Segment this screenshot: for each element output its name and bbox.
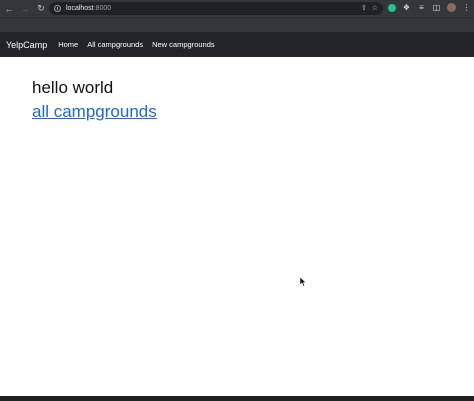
side-panel-icon[interactable]: ◫ — [432, 3, 441, 12]
back-button[interactable]: ← — [2, 2, 16, 16]
nav-link-home[interactable]: Home — [58, 40, 78, 49]
extension-green-icon[interactable] — [388, 3, 396, 12]
forward-button[interactable]: → — [18, 2, 32, 16]
site-navbar: YelpCamp Home All campgrounds New campgr… — [0, 32, 474, 57]
page-content: hello world all campgrounds — [32, 78, 157, 122]
url-port: :8000 — [93, 5, 112, 12]
browser-toolbar: ← → ↻ localhost:8000 ⇧ ☆ ❖ ≡ ◫ ⋮ — [0, 0, 474, 17]
profile-avatar[interactable] — [447, 3, 456, 12]
arrow-right-icon: → — [20, 3, 30, 14]
bookmarks-bar — [0, 17, 474, 32]
all-campgrounds-link[interactable]: all campgrounds — [32, 102, 157, 122]
reading-list-icon[interactable]: ≡ — [417, 3, 426, 12]
reload-icon: ↻ — [37, 3, 45, 13]
share-icon[interactable]: ⇧ — [361, 5, 367, 12]
nav-link-all-campgrounds[interactable]: All campgrounds — [87, 40, 143, 49]
url-host: localhost — [66, 5, 94, 12]
nav-link-new-campgrounds[interactable]: New campgrounds — [152, 40, 215, 49]
arrow-left-icon: ← — [4, 3, 14, 14]
address-bar[interactable]: localhost:8000 ⇧ ☆ — [49, 2, 383, 15]
site-info-icon[interactable] — [54, 5, 61, 12]
bookmark-star-icon[interactable]: ☆ — [372, 5, 378, 12]
navbar-brand[interactable]: YelpCamp — [6, 40, 47, 50]
kebab-menu-icon[interactable]: ⋮ — [462, 3, 471, 12]
extensions-puzzle-icon[interactable]: ❖ — [402, 3, 411, 12]
mouse-cursor-icon — [300, 277, 307, 287]
page-heading: hello world — [32, 78, 114, 97]
bottom-strip — [0, 396, 474, 401]
reload-button[interactable]: ↻ — [34, 2, 48, 16]
